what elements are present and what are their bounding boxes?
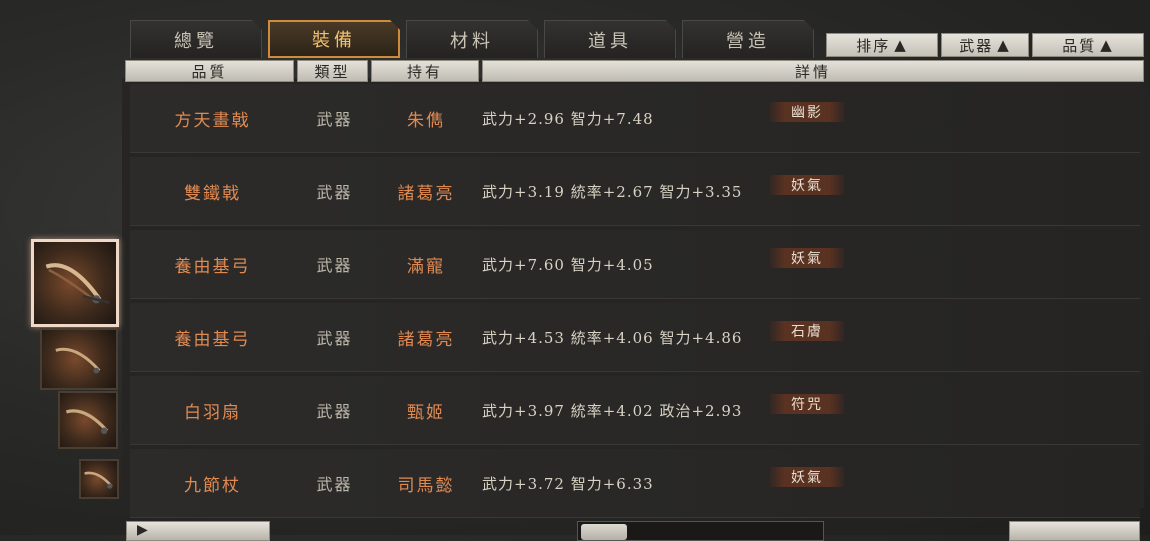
tab-label: 裝備 [312, 30, 356, 51]
table-row[interactable]: 方天畫戟 武器 朱儁 武力+2.96 智力+7.48 幽影 [130, 84, 1140, 153]
bow-weapon-icon[interactable] [79, 459, 119, 499]
item-owner: 司馬懿 [397, 475, 455, 496]
item-stats: 武力+3.72 智力+6.33 [482, 474, 654, 493]
tab-label: 道具 [588, 30, 632, 52]
bottom-right-button[interactable] [1009, 521, 1140, 541]
item-stats: 武力+2.96 智力+7.48 [482, 109, 654, 128]
sort-label: 品質 [1062, 36, 1097, 55]
item-tag-badge: 妖氣 [770, 467, 844, 487]
item-type: 武器 [316, 110, 353, 129]
tab-materials[interactable]: 材料 [406, 20, 538, 58]
play-arrow-icon: ▶ [137, 522, 151, 538]
sort-label: 排序 [856, 36, 891, 55]
item-tag-badge: 妖氣 [770, 248, 844, 268]
item-owner: 諸葛亮 [397, 183, 455, 204]
column-header-type[interactable]: 類型 [297, 60, 368, 82]
item-name: 方天畫戟 [174, 110, 251, 131]
tab-label: 材料 [450, 30, 494, 52]
tab-label: 營造 [726, 30, 770, 52]
item-type: 武器 [316, 329, 353, 348]
item-name: 白羽扇 [184, 402, 241, 423]
search-icon[interactable] [581, 524, 627, 540]
item-name: 雙鐵戟 [184, 183, 241, 204]
bottom-left-button[interactable]: ▶ [126, 521, 270, 541]
column-header-owner[interactable]: 持有 [371, 60, 479, 82]
item-stats: 武力+4.53 統率+4.06 智力+4.86 [482, 328, 743, 347]
table-row[interactable]: 養由基弓 武器 滿寵 武力+7.60 智力+4.05 妖氣 [130, 230, 1140, 299]
sort-order-button[interactable]: 排序 ▲ [826, 33, 938, 57]
item-type: 武器 [316, 402, 353, 421]
item-type: 武器 [316, 256, 353, 275]
triangle-up-icon: ▲ [997, 36, 1011, 54]
triangle-up-icon: ▲ [894, 36, 908, 54]
sort-weapon-button[interactable]: 武器 ▲ [941, 33, 1029, 57]
item-tag-badge: 幽影 [770, 102, 844, 122]
column-header-details[interactable]: 詳情 [482, 60, 1144, 82]
item-owner: 滿寵 [407, 256, 445, 277]
sort-quality-button[interactable]: 品質 ▲ [1032, 33, 1144, 57]
item-name: 九節杖 [184, 475, 241, 496]
tab-label: 總覽 [174, 30, 218, 52]
item-name: 養由基弓 [174, 256, 251, 277]
triangle-up-icon: ▲ [1100, 36, 1114, 54]
item-type: 武器 [316, 183, 353, 202]
item-owner: 諸葛亮 [397, 329, 455, 350]
tab-overview[interactable]: 總覽 [130, 20, 262, 58]
item-stats: 武力+3.97 統率+4.02 政治+2.93 [482, 401, 743, 420]
item-tag-badge: 石膚 [770, 321, 844, 341]
table-row[interactable]: 白羽扇 武器 甄姬 武力+3.97 統率+4.02 政治+2.93 符咒 [130, 376, 1140, 445]
bow-weapon-icon[interactable] [31, 239, 119, 327]
item-tag-badge: 妖氣 [770, 175, 844, 195]
tab-items[interactable]: 道具 [544, 20, 676, 58]
item-name: 養由基弓 [174, 329, 251, 350]
tab-equipment[interactable]: 裝備 [268, 20, 400, 58]
item-type: 武器 [316, 475, 353, 494]
sort-label: 武器 [959, 36, 994, 55]
item-stats: 武力+7.60 智力+4.05 [482, 255, 654, 274]
bow-weapon-icon[interactable] [58, 391, 118, 449]
table-row[interactable]: 雙鐵戟 武器 諸葛亮 武力+3.19 統率+2.67 智力+3.35 妖氣 [130, 157, 1140, 226]
item-owner: 甄姬 [407, 402, 445, 423]
item-stats: 武力+3.19 統率+2.67 智力+3.35 [482, 182, 743, 201]
bow-weapon-icon[interactable] [40, 328, 118, 390]
tab-construction[interactable]: 營造 [682, 20, 814, 58]
column-header-quality[interactable]: 品質 [125, 60, 294, 82]
item-owner: 朱儁 [407, 110, 445, 131]
table-row[interactable]: 九節杖 武器 司馬懿 武力+3.72 智力+6.33 妖氣 [130, 449, 1140, 518]
item-tag-badge: 符咒 [770, 394, 844, 414]
table-row[interactable]: 養由基弓 武器 諸葛亮 武力+4.53 統率+4.06 智力+4.86 石膚 [130, 303, 1140, 372]
